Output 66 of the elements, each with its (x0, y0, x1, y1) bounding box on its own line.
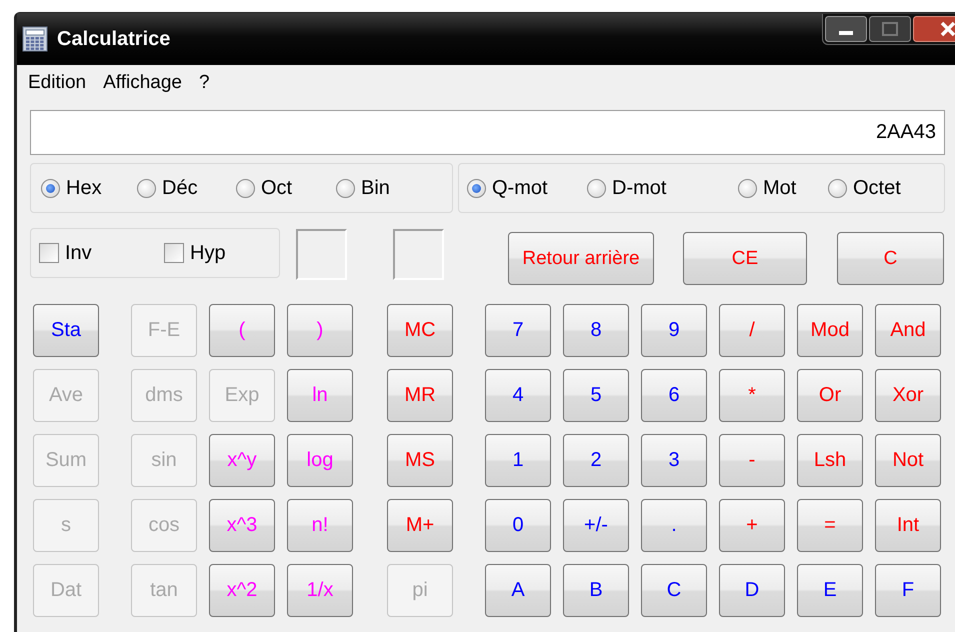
calculator-key[interactable]: D (719, 564, 785, 617)
calculator-key[interactable]: Not (875, 434, 941, 487)
calculator-key[interactable]: x^y (209, 434, 275, 487)
calculator-key[interactable]: MC (387, 304, 453, 357)
calculator-key[interactable]: MR (387, 369, 453, 422)
modifier-checkbox[interactable]: Hyp (164, 242, 289, 264)
minimize-icon[interactable] (825, 16, 867, 42)
calculator-key[interactable]: + (719, 499, 785, 552)
calculator-key[interactable]: Xor (875, 369, 941, 422)
calculator-key[interactable]: 3 (641, 434, 707, 487)
menu-item[interactable]: Edition (23, 72, 98, 94)
display-field: 2AA43 (30, 110, 945, 155)
calculator-key[interactable]: 4 (485, 369, 551, 422)
calculator-key[interactable]: 1/x (287, 564, 353, 617)
word-size-radio[interactable]: D-mot (587, 176, 738, 200)
menu-item[interactable]: ? (194, 72, 222, 94)
calculator-key[interactable]: 5 (563, 369, 629, 422)
calculator-key[interactable]: x^2 (209, 564, 275, 617)
base-radio[interactable]: Oct (236, 176, 336, 200)
word-size-radio[interactable]: Mot (738, 176, 828, 200)
base-radio[interactable]: Bin (336, 176, 426, 200)
calculator-key[interactable]: ( (209, 304, 275, 357)
calculator-key[interactable]: +/- (563, 499, 629, 552)
word-size-radio[interactable]: Q-mot (467, 176, 587, 200)
calculator-key[interactable]: . (641, 499, 707, 552)
calculator-key[interactable]: F (875, 564, 941, 617)
calculator-key[interactable]: And (875, 304, 941, 357)
window-title: Calculatrice (57, 28, 170, 50)
base-radio[interactable]: Hex (41, 176, 137, 200)
calculator-key[interactable]: 9 (641, 304, 707, 357)
calculator-key[interactable]: - (719, 434, 785, 487)
calculator-key[interactable]: n! (287, 499, 353, 552)
calculator-key[interactable]: A (485, 564, 551, 617)
calculator-key[interactable]: log (287, 434, 353, 487)
calculator-key[interactable]: 1 (485, 434, 551, 487)
calculator-key[interactable]: x^3 (209, 499, 275, 552)
calculator-key[interactable]: ln (287, 369, 353, 422)
edit-button[interactable]: CE (683, 232, 807, 285)
calculator-key[interactable]: * (719, 369, 785, 422)
calculator-key[interactable]: Lsh (797, 434, 863, 487)
calculator-key[interactable]: 2 (563, 434, 629, 487)
calculator-key[interactable]: Int (875, 499, 941, 552)
base-radio[interactable]: Déc (137, 176, 236, 200)
edit-button[interactable]: Retour arrière (508, 232, 654, 285)
calculator-key[interactable]: MS (387, 434, 453, 487)
calculator-key[interactable]: Or (797, 369, 863, 422)
calculator-icon (22, 26, 48, 52)
indicator-box (393, 229, 444, 280)
calculator-key[interactable]: 0 (485, 499, 551, 552)
calculator-key[interactable]: C (641, 564, 707, 617)
calculator-key[interactable]: / (719, 304, 785, 357)
menu-item[interactable]: Affichage (98, 72, 194, 94)
word-size-radio[interactable]: Octet (828, 176, 928, 200)
calculator-key[interactable]: 6 (641, 369, 707, 422)
modifier-checkbox[interactable]: Inv (39, 242, 164, 264)
calculator-key[interactable]: Mod (797, 304, 863, 357)
edit-button[interactable]: C (837, 232, 944, 285)
calculator-key[interactable]: M+ (387, 499, 453, 552)
calculator-key[interactable]: = (797, 499, 863, 552)
calculator-key[interactable]: Sta (33, 304, 99, 357)
calculator-key[interactable]: 7 (485, 304, 551, 357)
calculator-key[interactable]: ) (287, 304, 353, 357)
calculator-key[interactable]: 8 (563, 304, 629, 357)
indicator-box (296, 229, 347, 280)
calculator-key[interactable]: B (563, 564, 629, 617)
calculator-key[interactable]: E (797, 564, 863, 617)
